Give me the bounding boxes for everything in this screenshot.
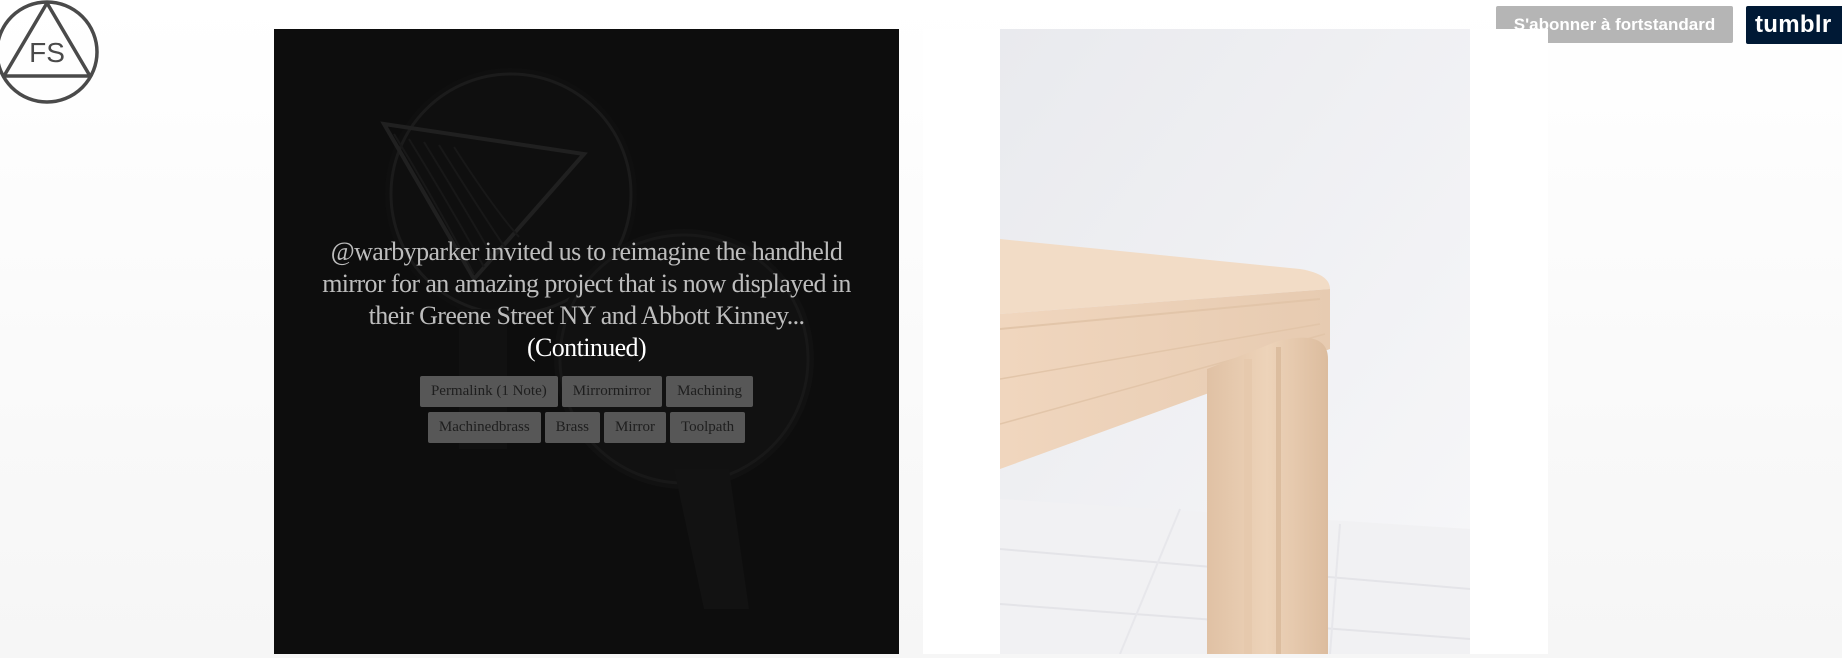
tag-mirrormirror[interactable]: Mirrormirror xyxy=(561,376,663,407)
post-table-photo[interactable] xyxy=(923,29,1548,654)
permalink-tag[interactable]: Permalink (1 Note) xyxy=(419,376,558,407)
logo-text: FS xyxy=(29,37,65,68)
tag-mirror[interactable]: Mirror xyxy=(604,412,667,443)
post-tags: Permalink (1 Note) Mirrormirror Machinin… xyxy=(334,376,839,448)
tag-brass[interactable]: Brass xyxy=(544,412,601,443)
tag-machining[interactable]: Machining xyxy=(666,376,754,407)
post-caption: @warbyparker invited us to reimagine the… xyxy=(319,236,854,364)
site-logo[interactable]: FS xyxy=(0,0,100,105)
post-mirror[interactable]: @warbyparker invited us to reimagine the… xyxy=(274,29,899,654)
caption-text: @warbyparker invited us to reimagine the… xyxy=(322,237,851,330)
tag-machinedbrass[interactable]: Machinedbrass xyxy=(427,412,541,443)
tumblr-logo-button[interactable]: tumblr xyxy=(1746,6,1842,44)
tag-toolpath[interactable]: Toolpath xyxy=(670,412,746,443)
continued-link[interactable]: (Continued) xyxy=(527,333,647,362)
table-photo xyxy=(1000,29,1470,654)
